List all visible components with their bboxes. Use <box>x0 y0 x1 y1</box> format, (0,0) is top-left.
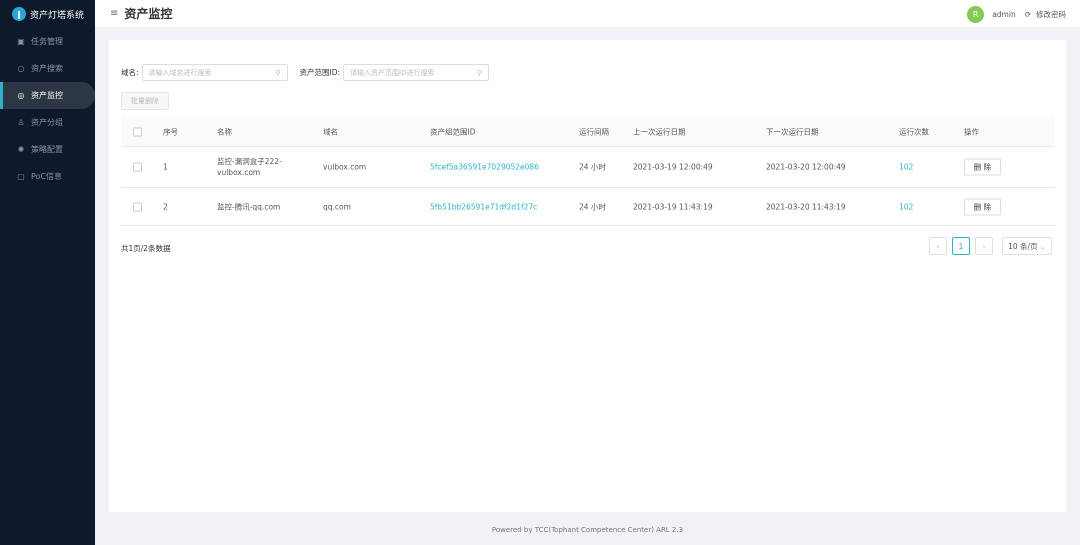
pagination: ‹ 1 › 10 条/页 ⌄ <box>929 237 1052 255</box>
select-all-checkbox[interactable] <box>133 127 142 136</box>
scope-search-input[interactable]: 请输入资产范围ID进行搜索 ⚲ <box>343 64 490 81</box>
row-last-run: 2021-03-19 11:43:19 <box>633 202 713 211</box>
sidebar-item-tasks[interactable]: ▣ 任务管理 <box>0 28 95 55</box>
sidebar-item-groups[interactable]: ♙ 资产分组 <box>0 109 95 136</box>
header-last-run: 上一次运行日期 <box>633 127 686 136</box>
sidebar-item-monitor[interactable]: ◎ 资产监控 <box>0 82 95 109</box>
calendar-icon: ▣ <box>17 37 25 46</box>
header: ≡ 资产监控 R admin ⟳ 修改密码 <box>95 0 1080 28</box>
row-next-run: 2021-03-20 11:43:19 <box>766 202 846 211</box>
delete-button[interactable]: 删 除 <box>964 198 1001 215</box>
page-title: 资产监控 <box>124 7 173 21</box>
search-icon[interactable]: ⚲ <box>275 69 280 77</box>
monitor-icon: ◎ <box>17 91 25 100</box>
header-action: 操作 <box>964 127 979 136</box>
sidebar-item-policy[interactable]: ✺ 策略配置 <box>0 136 95 163</box>
domain-search-input[interactable]: 请输入域名进行搜索 ⚲ <box>141 64 288 81</box>
footer: Powered by TCC(Tophant Competence Center… <box>491 526 684 534</box>
chevron-down-icon: ⌄ <box>1039 241 1046 251</box>
terminal-icon: ▢ <box>17 172 25 181</box>
row-interval: 24 小时 <box>579 162 606 172</box>
page-size-select[interactable]: 10 条/页 ⌄ <box>1002 237 1052 255</box>
header-scope-id: 资产组范围ID <box>430 127 476 136</box>
sidebar: 资产灯塔系统 ▣ 任务管理 ○ 资产搜索 ◎ 资产监控 ♙ 资产分组 ✺ 策略配置 ▢ Po… <box>0 0 95 545</box>
row-no: 2 <box>163 202 168 211</box>
pagination-total: 共1页/2条数据 <box>121 244 171 253</box>
delete-button[interactable]: 删 除 <box>964 158 1001 176</box>
menu-toggle-icon[interactable]: ≡ <box>110 8 118 19</box>
row-name: 监控-漏洞盒子222-vulbox.com <box>217 157 282 177</box>
batch-delete-button[interactable]: 批量删除 <box>121 92 169 110</box>
scope-label: 资产范围ID: <box>299 68 341 77</box>
app-title: 资产灯塔系统 <box>30 10 85 21</box>
row-checkbox[interactable] <box>133 162 142 172</box>
search-icon: ○ <box>17 64 25 73</box>
next-page-button[interactable]: › <box>975 237 993 255</box>
table-header: 序号 名称 域名 资产组范围ID 运行间隔 上一次运行日期 下一次运行日期 运行… <box>121 117 1055 147</box>
row-last-run: 2021-03-19 12:00:49 <box>633 162 713 172</box>
header-count: 运行次数 <box>899 127 929 136</box>
gear-icon: ✺ <box>17 145 25 154</box>
row-domain: vulbox.com <box>323 162 367 172</box>
change-password-link[interactable]: 修改密码 <box>1036 9 1066 20</box>
table-row: 2 监控-腾讯-qq.com qq.com 5fb51bb26591e71df2… <box>121 188 1055 226</box>
lighthouse-icon <box>12 7 26 21</box>
row-count-link[interactable]: 102 <box>899 201 913 212</box>
row-no: 1 <box>163 162 168 172</box>
row-name: 监控-腾讯-qq.com <box>217 202 281 211</box>
row-interval: 24 小时 <box>579 202 606 211</box>
row-domain: qq.com <box>323 202 351 211</box>
header-interval: 运行间隔 <box>579 127 609 136</box>
header-next-run: 下一次运行日期 <box>766 127 819 136</box>
sitemap-icon: ♙ <box>17 118 25 127</box>
content-card: 域名: 请输入域名进行搜索 ⚲ 资产范围ID: 请输入资产范围ID进行搜索 ⚲ 批量… <box>109 40 1066 512</box>
sidebar-item-poc[interactable]: ▢ PoC信息 <box>0 163 95 190</box>
monitor-table: 序号 名称 域名 资产组范围ID 运行间隔 上一次运行日期 下一次运行日期 运行… <box>121 117 1055 226</box>
row-checkbox[interactable] <box>133 202 142 211</box>
sidebar-item-search[interactable]: ○ 资产搜索 <box>0 55 95 82</box>
username[interactable]: admin <box>992 10 1016 19</box>
header-name: 名称 <box>217 127 232 136</box>
avatar[interactable]: R <box>967 6 985 23</box>
header-no: 序号 <box>163 127 178 136</box>
row-count-link[interactable]: 102 <box>899 162 913 173</box>
app-logo: 资产灯塔系统 <box>0 0 95 28</box>
row-scope-id-link[interactable]: 5fcef5a36591e7029052e086 <box>430 162 539 173</box>
domain-label: 域名: <box>121 68 139 77</box>
header-domain: 域名 <box>323 127 338 136</box>
table-row: 1 监控-漏洞盒子222-vulbox.com vulbox.com 5fcef… <box>121 147 1055 188</box>
page-1-button[interactable]: 1 <box>952 237 970 255</box>
row-next-run: 2021-03-20 12:00:49 <box>766 162 846 172</box>
row-scope-id-link[interactable]: 5fb51bb26591e71df2d1f27c <box>430 201 537 212</box>
password-icon: ⟳ <box>1024 10 1031 19</box>
prev-page-button[interactable]: ‹ <box>929 237 947 255</box>
search-icon[interactable]: ⚲ <box>477 69 482 77</box>
